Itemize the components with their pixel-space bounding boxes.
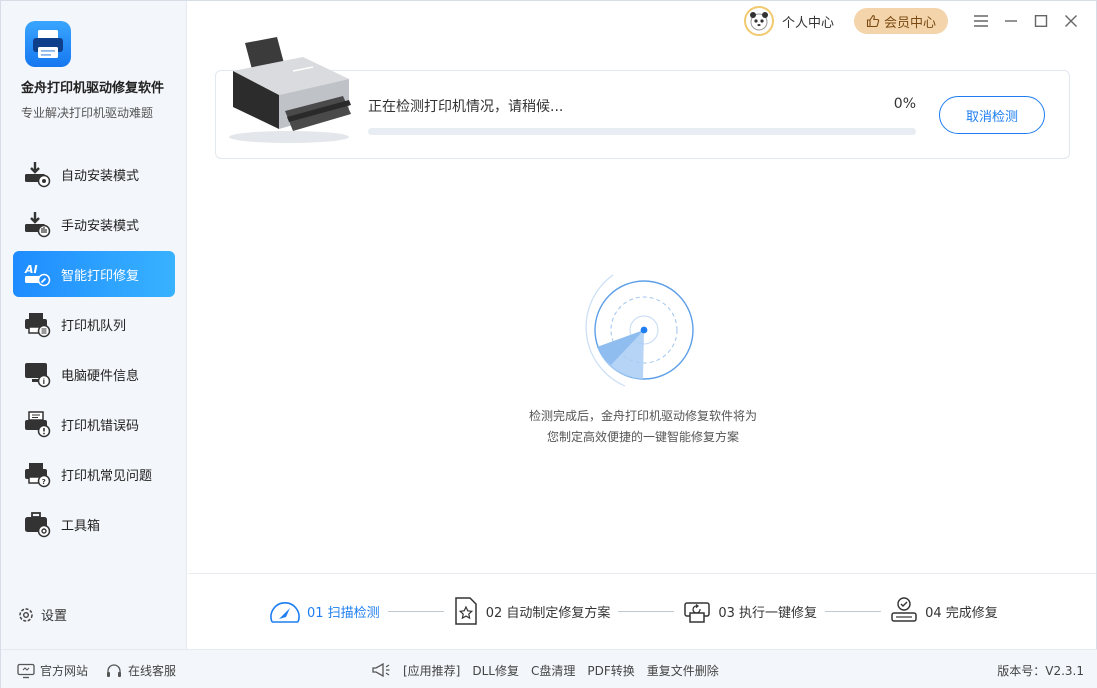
- scan-percent: 0%: [893, 96, 916, 112]
- printer-refresh-icon: [684, 602, 711, 623]
- printer-question-icon: ?: [25, 463, 51, 488]
- monitor-info-icon: i: [25, 363, 51, 388]
- sidebar-item-label: 电脑硬件信息: [61, 368, 140, 384]
- personal-center-link[interactable]: 个人中心: [782, 12, 834, 31]
- sidebar-item-smart-repair[interactable]: AI 智能打印修复: [13, 251, 175, 297]
- printer-check-icon: [891, 597, 917, 622]
- monitor-icon: [17, 663, 35, 678]
- sidebar-item-hardware-info[interactable]: i 电脑硬件信息: [13, 351, 175, 397]
- tool-dll-repair[interactable]: DLL修复: [472, 662, 519, 679]
- maximize-icon[interactable]: [1026, 7, 1056, 35]
- sidebar: 金舟打印机驱动修复软件 专业解决打印机驱动难题 自动安装模式 手动安装模式 AI…: [1, 1, 187, 649]
- ai-repair-icon: AI: [24, 263, 51, 287]
- vip-center-label: 会员中心: [883, 15, 936, 31]
- step-label: 02 自动制定修复方案: [485, 605, 611, 621]
- download-hand-icon: [25, 212, 51, 238]
- sidebar-item-printer-queue[interactable]: 打印机队列: [13, 301, 175, 347]
- cancel-scan-button[interactable]: 取消检测: [939, 96, 1045, 134]
- step-execute: 03 执行一键修复: [682, 596, 817, 626]
- printer-error-icon: [25, 411, 51, 438]
- app-logo: [25, 21, 71, 67]
- step-connector: [387, 610, 444, 612]
- gear-icon: [19, 607, 33, 622]
- official-website-label: 官方网站: [40, 664, 89, 678]
- settings-button[interactable]: 设置: [17, 605, 67, 624]
- printer-illustration: [229, 37, 351, 143]
- step-scan: 01 扫描检测: [269, 595, 380, 627]
- version-label: 版本号：V2.3.1: [997, 664, 1084, 678]
- app-name: 金舟打印机驱动修复软件: [21, 81, 165, 96]
- tool-pdf-convert[interactable]: PDF转换: [587, 662, 634, 679]
- scan-hint-line1: 检测完成后，金舟打印机驱动修复软件将为: [528, 409, 757, 423]
- settings-label: 设置: [41, 609, 68, 624]
- sidebar-item-auto-install[interactable]: 自动安装模式: [13, 151, 175, 197]
- scan-hint: 检测完成后，金舟打印机驱动修复软件将为 您制定高效便捷的一键智能修复方案: [487, 406, 799, 448]
- footer: 官方网站 在线客服 [应用推荐] DLL修复 C盘清理 PDF转换 重复文件删除…: [1, 649, 1097, 688]
- sidebar-item-label: 打印机队列: [61, 318, 127, 334]
- svg-text:AI: AI: [24, 263, 38, 276]
- printer-queue-icon: [25, 313, 51, 338]
- sidebar-item-label: 智能打印修复: [61, 268, 140, 284]
- sidebar-item-label: 打印机错误码: [61, 418, 140, 434]
- download-printer-icon: [25, 162, 51, 188]
- menu-icon[interactable]: [966, 7, 996, 35]
- sidebar-item-manual-install[interactable]: 手动安装模式: [13, 201, 175, 247]
- scan-hint-line2: 您制定高效便捷的一键智能修复方案: [546, 430, 739, 444]
- svg-text:?: ?: [42, 478, 46, 486]
- sidebar-item-error-code[interactable]: 打印机错误码: [13, 401, 175, 447]
- radar-scan-icon: [585, 274, 694, 387]
- app-window: 金舟打印机驱动修复软件 专业解决打印机驱动难题 自动安装模式 手动安装模式 AI…: [0, 0, 1097, 688]
- sidebar-item-label: 工具箱: [61, 518, 101, 534]
- tool-c-drive-cleanup[interactable]: C盘清理: [531, 662, 575, 679]
- thumbs-up-icon: [866, 14, 880, 28]
- official-website-link[interactable]: 官方网站: [17, 662, 88, 679]
- step-plan: 02 自动制定修复方案: [452, 596, 611, 626]
- sidebar-item-faq[interactable]: ? 打印机常见问题: [13, 451, 175, 497]
- app-subtitle: 专业解决打印机驱动难题: [21, 106, 154, 120]
- steps-divider: [188, 573, 1096, 574]
- step-label: 01 扫描检测: [307, 605, 380, 621]
- document-star-icon: [454, 597, 477, 625]
- tool-app-recommend[interactable]: [应用推荐]: [403, 662, 460, 679]
- tool-duplicate-file-delete[interactable]: 重复文件删除: [647, 662, 719, 679]
- scan-status-text: 正在检测打印机情况，请稍候...: [368, 99, 564, 115]
- minimize-icon[interactable]: [996, 7, 1026, 35]
- step-connector: [825, 610, 882, 612]
- toolbox-icon: [25, 512, 51, 538]
- svg-text:i: i: [43, 378, 45, 386]
- compass-scan-icon: [270, 602, 300, 623]
- megaphone-icon: [372, 662, 390, 678]
- title-bar: 个人中心 会员中心: [743, 6, 1086, 36]
- sidebar-item-toolbox[interactable]: 工具箱: [13, 501, 175, 547]
- footer-tools: [应用推荐] DLL修复 C盘清理 PDF转换 重复文件删除: [371, 661, 731, 679]
- sidebar-item-label: 自动安装模式: [61, 168, 140, 184]
- online-service-link[interactable]: 在线客服: [105, 662, 176, 679]
- avatar[interactable]: [743, 6, 774, 36]
- online-service-label: 在线客服: [128, 664, 177, 678]
- step-label: 04 完成修复: [925, 605, 998, 621]
- step-label: 03 执行一键修复: [718, 605, 818, 621]
- headset-icon: [107, 663, 121, 677]
- sidebar-item-label: 打印机常见问题: [61, 468, 153, 484]
- step-complete: 04 完成修复: [889, 596, 998, 626]
- vip-center-button[interactable]: 会员中心: [853, 8, 948, 34]
- sidebar-nav: 自动安装模式 手动安装模式 AI 智能打印修复 打印机队列 i 电脑硬件信息 打…: [13, 151, 175, 551]
- step-connector: [618, 610, 675, 612]
- scan-progress-bar: [368, 128, 916, 135]
- close-icon[interactable]: [1056, 7, 1086, 35]
- repair-steps: 01 扫描检测 02 自动制定修复方案 03 执行一键修复 04 完成修复: [269, 595, 998, 627]
- sidebar-item-label: 手动安装模式: [61, 218, 140, 234]
